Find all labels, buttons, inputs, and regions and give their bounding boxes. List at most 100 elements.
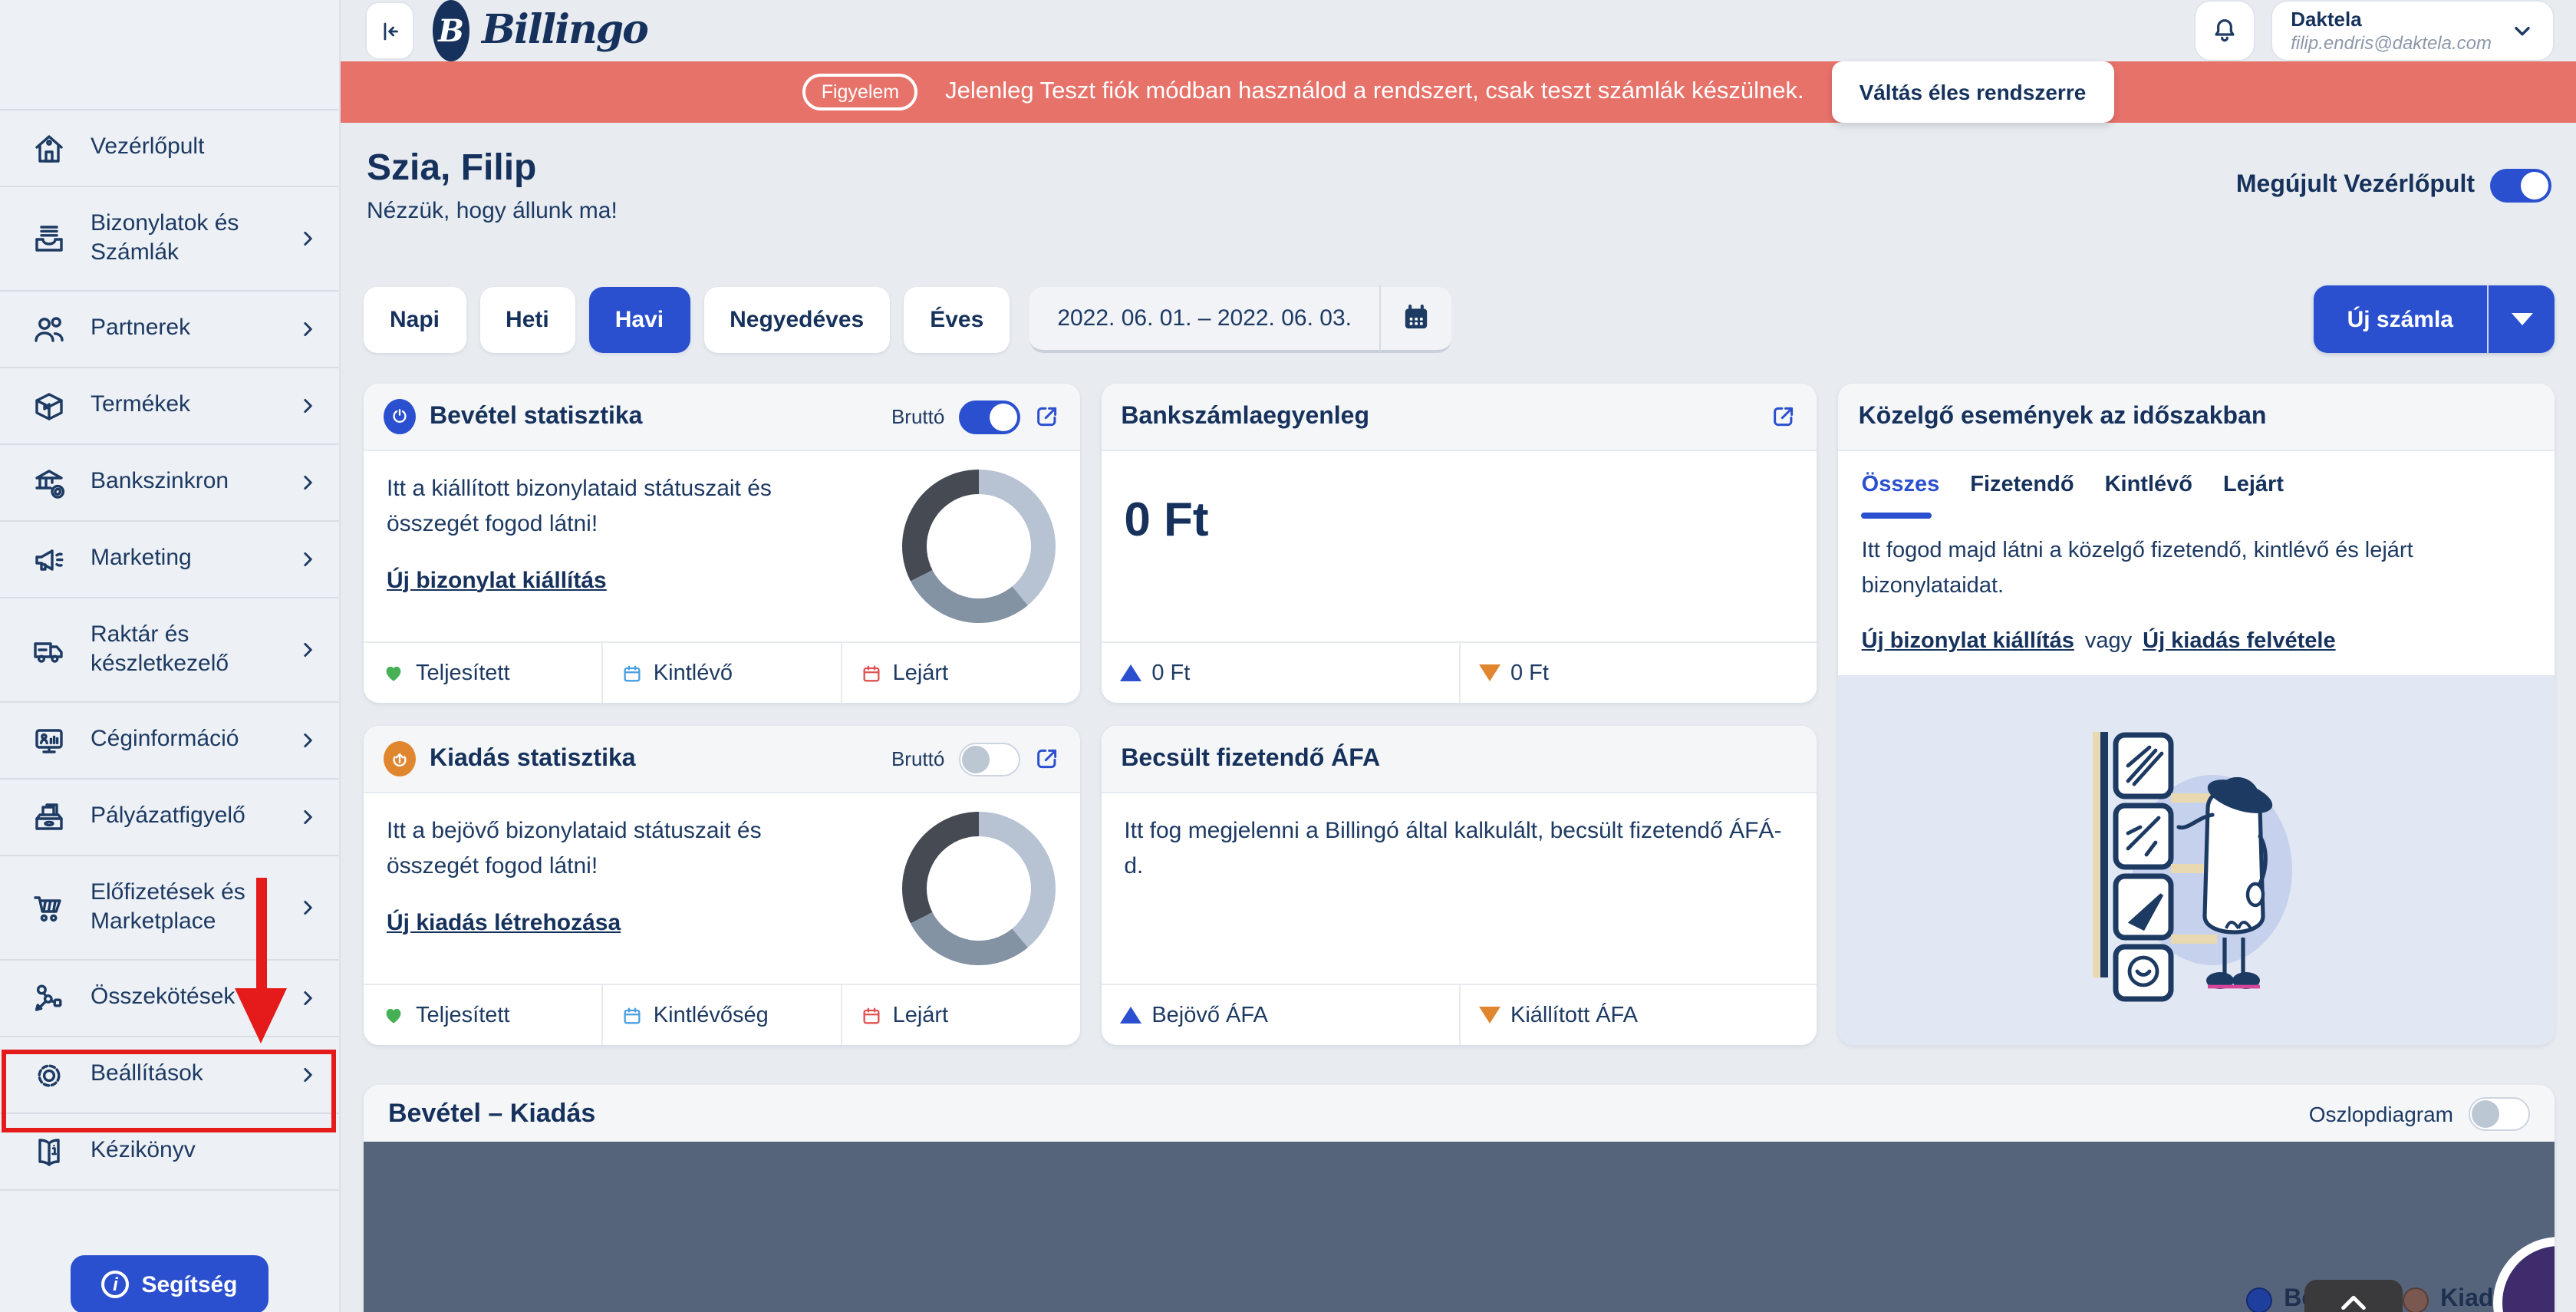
legend-teljesitett: Teljesített (364, 643, 601, 703)
heart-icon (382, 661, 405, 684)
sidebar-item-label: Marketing (91, 545, 278, 574)
sidebar-item-osszekotesek[interactable]: Összekötések (0, 959, 339, 1036)
calendar-icon[interactable] (1381, 302, 1451, 333)
gross-label: Bruttó (891, 405, 944, 428)
sidebar-collapse-button[interactable] (365, 2, 414, 60)
notifications-button[interactable] (2194, 0, 2255, 61)
chevron-up-icon (2338, 1294, 2369, 1312)
new-expense-link[interactable]: Új kiadás létrehozása (387, 909, 621, 935)
sidebar-item-vezerlopult[interactable]: Vezérlőpult (0, 109, 339, 186)
sidebar-item-bizonylatok[interactable]: Bizonylatok és Számlák (0, 186, 339, 290)
chevron-right-icon (298, 319, 318, 339)
sidebar-item-label: Bizonylatok és Számlák (91, 210, 278, 268)
period-heti-button[interactable]: Heti (479, 286, 575, 352)
sidebar-item-ceginformacio[interactable]: Céginformáció (0, 701, 339, 778)
card-title: Kiadás statisztika (430, 745, 636, 773)
card-footer: Bejövő ÁFA Kiállított ÁFA (1101, 984, 1817, 1045)
sidebar-footer: i Segítség (0, 1189, 339, 1312)
sidebar-item-beallitasok[interactable]: Beállítások (0, 1036, 339, 1113)
new-document-link[interactable]: Új bizonylat kiállítás (387, 567, 607, 593)
revenue-expense-section: Bevétel – Kiadás Oszlopdiagram Bevétel K… (364, 1085, 2555, 1312)
incoming-vat: Bejövő ÁFA (1101, 985, 1458, 1045)
sidebar-item-kezikonyv[interactable]: Kézikönyv (0, 1113, 339, 1189)
date-range-picker[interactable]: 2022. 06. 01. – 2022. 06. 03. (1029, 286, 1451, 352)
sidebar-item-partnerek[interactable]: Partnerek (0, 290, 339, 367)
chat-widget-button[interactable] (2493, 1237, 2555, 1312)
card-title: Bankszámlaegyenleg (1121, 403, 1369, 430)
partners-icon (28, 311, 71, 348)
tab-osszes[interactable]: Összes (1862, 473, 1940, 519)
card-footer: Teljesített Kintlévőség Lejárt (364, 984, 1079, 1045)
account-menu[interactable]: Daktela filip.endris@daktela.com (2271, 0, 2555, 61)
card-description: Itt a kiállított bizonylataid státuszait… (387, 471, 802, 542)
expense-legend-dot (2402, 1287, 2428, 1312)
account-name: Daktela (2291, 8, 2492, 31)
account-email: filip.endris@daktela.com (2291, 31, 2492, 54)
link-separator: vagy (2085, 630, 2132, 654)
sidebar-item-bankszinkron[interactable]: Bankszinkron (0, 443, 339, 520)
billingo-logo[interactable]: B Billingo (433, 0, 647, 61)
card-body: Itt a bejövő bizonylataid státuszait és … (364, 793, 1079, 984)
book-icon (28, 1133, 71, 1170)
tab-fizetendo[interactable]: Fizetendő (1970, 473, 2074, 519)
help-button[interactable]: i Segítség (71, 1255, 268, 1312)
external-link-icon[interactable] (1033, 746, 1059, 772)
card-header: Bevétel statisztika Bruttó (364, 384, 1079, 451)
new-invoice-dropdown-button[interactable] (2487, 285, 2555, 353)
bell-icon (2209, 15, 2240, 46)
tab-lejart[interactable]: Lejárt (2223, 473, 2284, 519)
upcoming-description: Itt fogod majd látni a közelgő fizetendő… (1839, 519, 2555, 605)
expense-arrow-icon (384, 741, 416, 776)
chevron-right-icon (298, 1065, 318, 1085)
sidebar-item-palyazatfigyelo[interactable]: Pályázatfigyelő (0, 778, 339, 855)
renewed-dashboard-toggle[interactable] (2490, 169, 2551, 203)
triangle-up-icon (1119, 1007, 1141, 1024)
issued-vat-label: Kiállított ÁFA (1510, 1003, 1638, 1027)
gross-toggle[interactable] (958, 400, 1020, 433)
new-expense-link[interactable]: Új kiadás felvétele (2143, 630, 2336, 654)
card-description: Itt a bejövő bizonylataid státuszait és … (387, 813, 802, 885)
period-havi-button[interactable]: Havi (589, 286, 690, 352)
sidebar-top-spacer (0, 0, 339, 109)
scroll-up-button[interactable] (2304, 1280, 2403, 1312)
card-description: Itt fog megjelenni a Billingó által kalk… (1124, 813, 1794, 885)
megaphone-icon (28, 541, 71, 578)
sidebar-item-label: Vezérlőpult (91, 134, 318, 163)
outgoing-value: 0 Ft (1510, 661, 1549, 685)
external-link-icon[interactable] (1771, 404, 1797, 430)
sidebar-item-raktar[interactable]: Raktár és készletkezelő (0, 597, 339, 701)
triangle-down-icon (1478, 664, 1500, 681)
card-body: Itt a kiállított bizonylataid státuszait… (364, 451, 1079, 641)
calendar-red-icon (861, 1004, 882, 1026)
billingo-logo-mark: B (433, 0, 469, 61)
bank-sync-icon (28, 464, 71, 501)
sidebar-item-label: Partnerek (91, 315, 278, 344)
sidebar-item-label: Pályázatfigyelő (91, 803, 278, 832)
upcoming-links: Új bizonylat kiállítás vagy Új kiadás fe… (1839, 605, 2555, 676)
new-invoice-button[interactable]: Új számla (2314, 285, 2487, 353)
legend-kintlevo: Kintlévő (601, 643, 841, 703)
tab-kintlevo[interactable]: Kintlévő (2105, 473, 2192, 519)
sidebar-item-label: Összekötések (91, 984, 278, 1013)
sidebar-item-marketing[interactable]: Marketing (0, 520, 339, 597)
period-eves-button[interactable]: Éves (904, 286, 1010, 352)
period-negyedeves-button[interactable]: Negyedéves (703, 286, 890, 352)
period-napi-button[interactable]: Napi (364, 286, 466, 352)
sidebar-item-elofizetesek[interactable]: Előfizetések és Marketplace (0, 855, 339, 959)
sidebar-item-termekek[interactable]: Termékek (0, 367, 339, 443)
calendar-blue-icon (621, 1004, 643, 1026)
sidebar-item-label: Céginformáció (91, 726, 278, 755)
card-footer: 0 Ft 0 Ft (1101, 641, 1817, 703)
chevron-right-icon (298, 898, 318, 918)
info-icon: i (101, 1271, 129, 1298)
external-link-icon[interactable] (1033, 404, 1059, 430)
new-document-link[interactable]: Új bizonylat kiállítás (1862, 630, 2074, 654)
bar-chart-toggle[interactable] (2469, 1096, 2530, 1130)
calendar-blue-icon (621, 662, 643, 684)
section-header: Bevétel – Kiadás Oszlopdiagram (364, 1085, 2555, 1142)
card-title: Bevétel statisztika (430, 403, 642, 430)
collapse-left-icon (377, 18, 403, 44)
gross-toggle[interactable] (958, 742, 1020, 776)
switch-to-live-button[interactable]: Váltás éles rendszerre (1832, 61, 2114, 123)
incoming-value: 0 Ft (1151, 661, 1190, 685)
